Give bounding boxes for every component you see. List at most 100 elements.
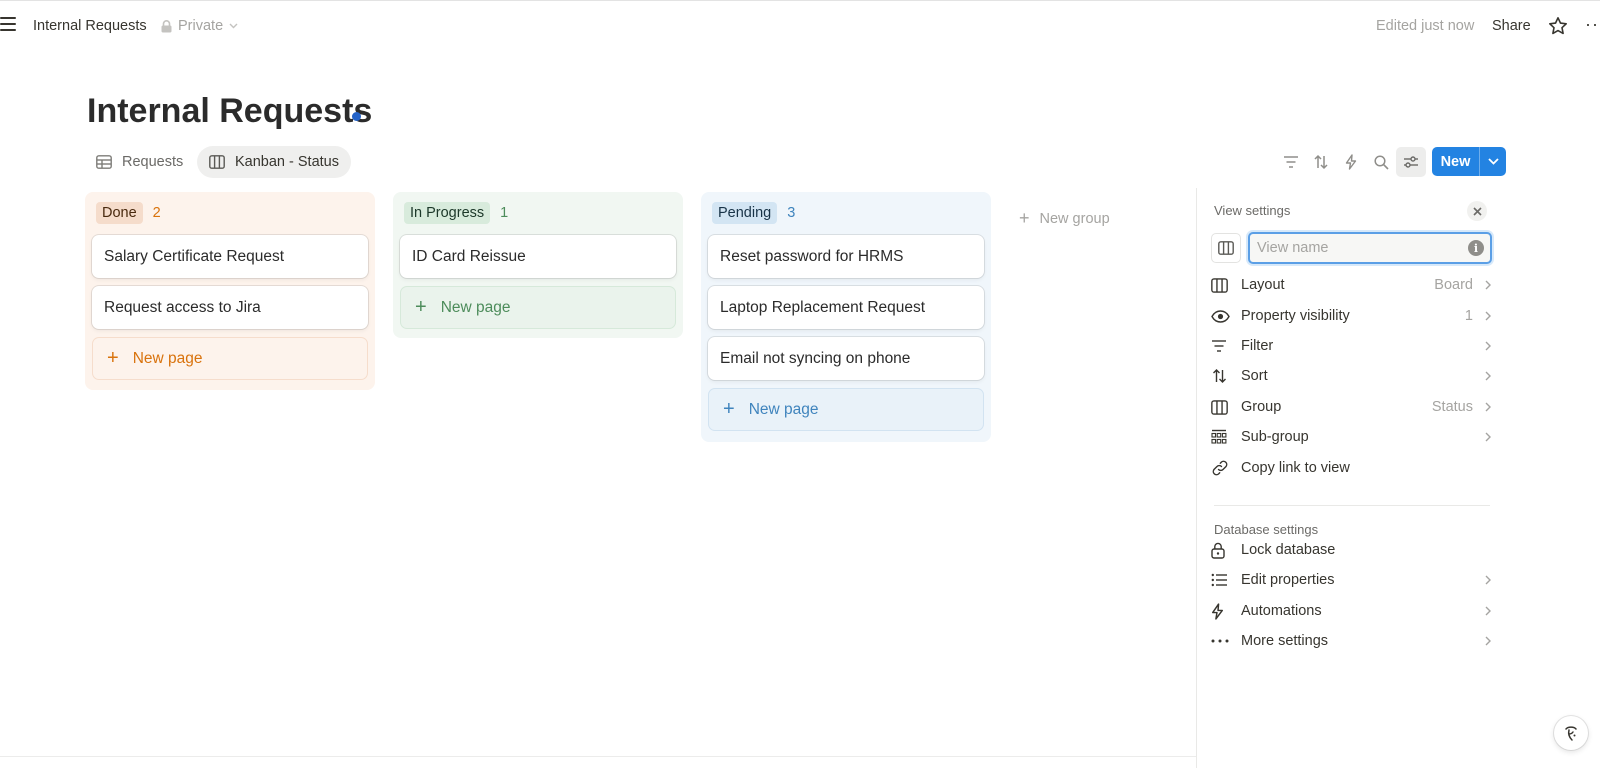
setting-property-visibility[interactable]: Property visibility 1 (1211, 301, 1493, 331)
setting-label: Sub-group (1241, 429, 1309, 445)
chevron-right-icon (1483, 575, 1493, 585)
new-button-group: New (1432, 147, 1506, 176)
setting-label: Copy link to view (1241, 460, 1350, 476)
tab-kanban-status[interactable]: Kanban - Status (197, 146, 351, 178)
filter-icon (1211, 337, 1233, 355)
board-icon (1211, 276, 1233, 294)
setting-lock-database[interactable]: Lock database (1211, 535, 1493, 565)
board-card[interactable]: Reset password for HRMS (708, 235, 984, 278)
board-card[interactable]: Request access to Jira (92, 286, 368, 329)
setting-sort[interactable]: Sort (1211, 361, 1493, 391)
close-icon[interactable] (1467, 201, 1487, 221)
new-page-label: New page (132, 349, 203, 367)
tab-requests[interactable]: Requests (84, 146, 195, 178)
hamburger-icon[interactable] (0, 17, 16, 33)
panel-title: View settings (1214, 203, 1291, 218)
star-icon[interactable] (1548, 16, 1568, 41)
board-card[interactable]: Salary Certificate Request (92, 235, 368, 278)
board-card[interactable]: Laptop Replacement Request (708, 286, 984, 329)
view-icon-button[interactable] (1211, 233, 1241, 263)
chevron-right-icon (1483, 636, 1493, 646)
new-page-label: New page (748, 400, 819, 418)
plus-icon: + (723, 398, 735, 420)
new-page-button[interactable]: + New page (92, 337, 368, 380)
chevron-right-icon (1483, 311, 1493, 321)
tab-label: Requests (122, 154, 184, 170)
chevron-right-icon (1483, 402, 1493, 412)
new-button[interactable]: New (1432, 147, 1480, 176)
board-card[interactable]: Email not syncing on phone (708, 337, 984, 380)
view-settings-panel: View settings i Layout Board Property vi… (1196, 188, 1600, 768)
board-icon (1211, 398, 1233, 416)
board-column-pending: Pending 3 Reset password for HRMS Laptop… (701, 192, 991, 442)
new-group-button[interactable]: + New group (1019, 208, 1110, 229)
setting-label: Automations (1241, 603, 1322, 619)
lightning-icon[interactable] (1336, 147, 1366, 177)
new-dropdown-button[interactable] (1480, 147, 1506, 176)
assistant-face-icon (1565, 726, 1577, 741)
privacy-selector[interactable]: Private (161, 18, 238, 34)
setting-copy-link[interactable]: Copy link to view (1211, 453, 1493, 483)
status-pill: Done (96, 202, 143, 224)
more-horizontal-icon (1211, 632, 1233, 650)
setting-filter[interactable]: Filter (1211, 331, 1493, 361)
board-column-in-progress: In Progress 1 ID Card Reissue + New page (393, 192, 683, 338)
lock-icon (1211, 541, 1233, 559)
search-icon[interactable] (1366, 147, 1396, 177)
page-title[interactable]: Internal Requests (87, 92, 372, 131)
view-name-input[interactable] (1250, 234, 1460, 262)
column-header[interactable]: In Progress 1 (400, 200, 676, 226)
new-group-label: New group (1039, 210, 1110, 227)
column-header[interactable]: Done 2 (92, 200, 368, 226)
plus-icon: + (107, 347, 119, 369)
column-count: 3 (787, 205, 796, 221)
setting-label: Edit properties (1241, 572, 1335, 588)
top-bar: Internal Requests Private Edited just no… (0, 12, 1600, 40)
more-horizontal-icon[interactable]: ·· (1585, 14, 1599, 35)
chevron-down-icon (1487, 158, 1499, 165)
view-name-field: i (1248, 232, 1492, 264)
setting-more-settings[interactable]: More settings (1211, 626, 1493, 656)
chevron-down-icon (229, 23, 238, 29)
column-count: 2 (152, 205, 161, 221)
setting-value: Board (1434, 277, 1473, 293)
breadcrumb[interactable]: Internal Requests (33, 18, 147, 34)
sort-icon (1211, 367, 1233, 385)
setting-label: More settings (1241, 633, 1329, 649)
setting-label: Sort (1241, 368, 1268, 384)
collaborator-cursor (352, 112, 361, 121)
database-toolbar (1276, 147, 1426, 177)
board-icon (209, 155, 225, 169)
board-card[interactable]: ID Card Reissue (400, 235, 676, 278)
new-page-label: New page (440, 298, 511, 316)
window-top-border (0, 0, 1600, 1)
board-column-done: Done 2 Salary Certificate Request Reques… (85, 192, 375, 390)
setting-group[interactable]: Group Status (1211, 392, 1493, 422)
setting-automations[interactable]: Automations (1211, 596, 1493, 626)
board-icon (1218, 241, 1234, 255)
sort-icon[interactable] (1306, 147, 1336, 177)
plus-icon: + (415, 296, 427, 318)
setting-label: Layout (1241, 277, 1285, 293)
column-header[interactable]: Pending 3 (708, 200, 984, 226)
ai-assistant-button[interactable] (1554, 716, 1588, 750)
settings-sliders-icon[interactable] (1396, 147, 1426, 177)
setting-label: Lock database (1241, 542, 1336, 558)
list-icon (1211, 571, 1233, 589)
chevron-right-icon (1483, 432, 1493, 442)
plus-icon: + (1019, 208, 1030, 228)
table-icon (96, 155, 112, 169)
share-button[interactable]: Share (1492, 18, 1531, 34)
filter-icon[interactable] (1276, 147, 1306, 177)
info-icon[interactable]: i (1468, 240, 1484, 256)
setting-layout[interactable]: Layout Board (1211, 270, 1493, 300)
link-icon (1211, 459, 1233, 477)
setting-label: Filter (1241, 338, 1274, 354)
setting-value: Status (1431, 399, 1473, 415)
setting-edit-properties[interactable]: Edit properties (1211, 565, 1493, 595)
setting-label: Property visibility (1241, 308, 1350, 324)
new-page-button[interactable]: + New page (708, 388, 984, 431)
panel-divider (1214, 505, 1490, 506)
setting-sub-group[interactable]: Sub-group (1211, 422, 1493, 452)
new-page-button[interactable]: + New page (400, 286, 676, 329)
